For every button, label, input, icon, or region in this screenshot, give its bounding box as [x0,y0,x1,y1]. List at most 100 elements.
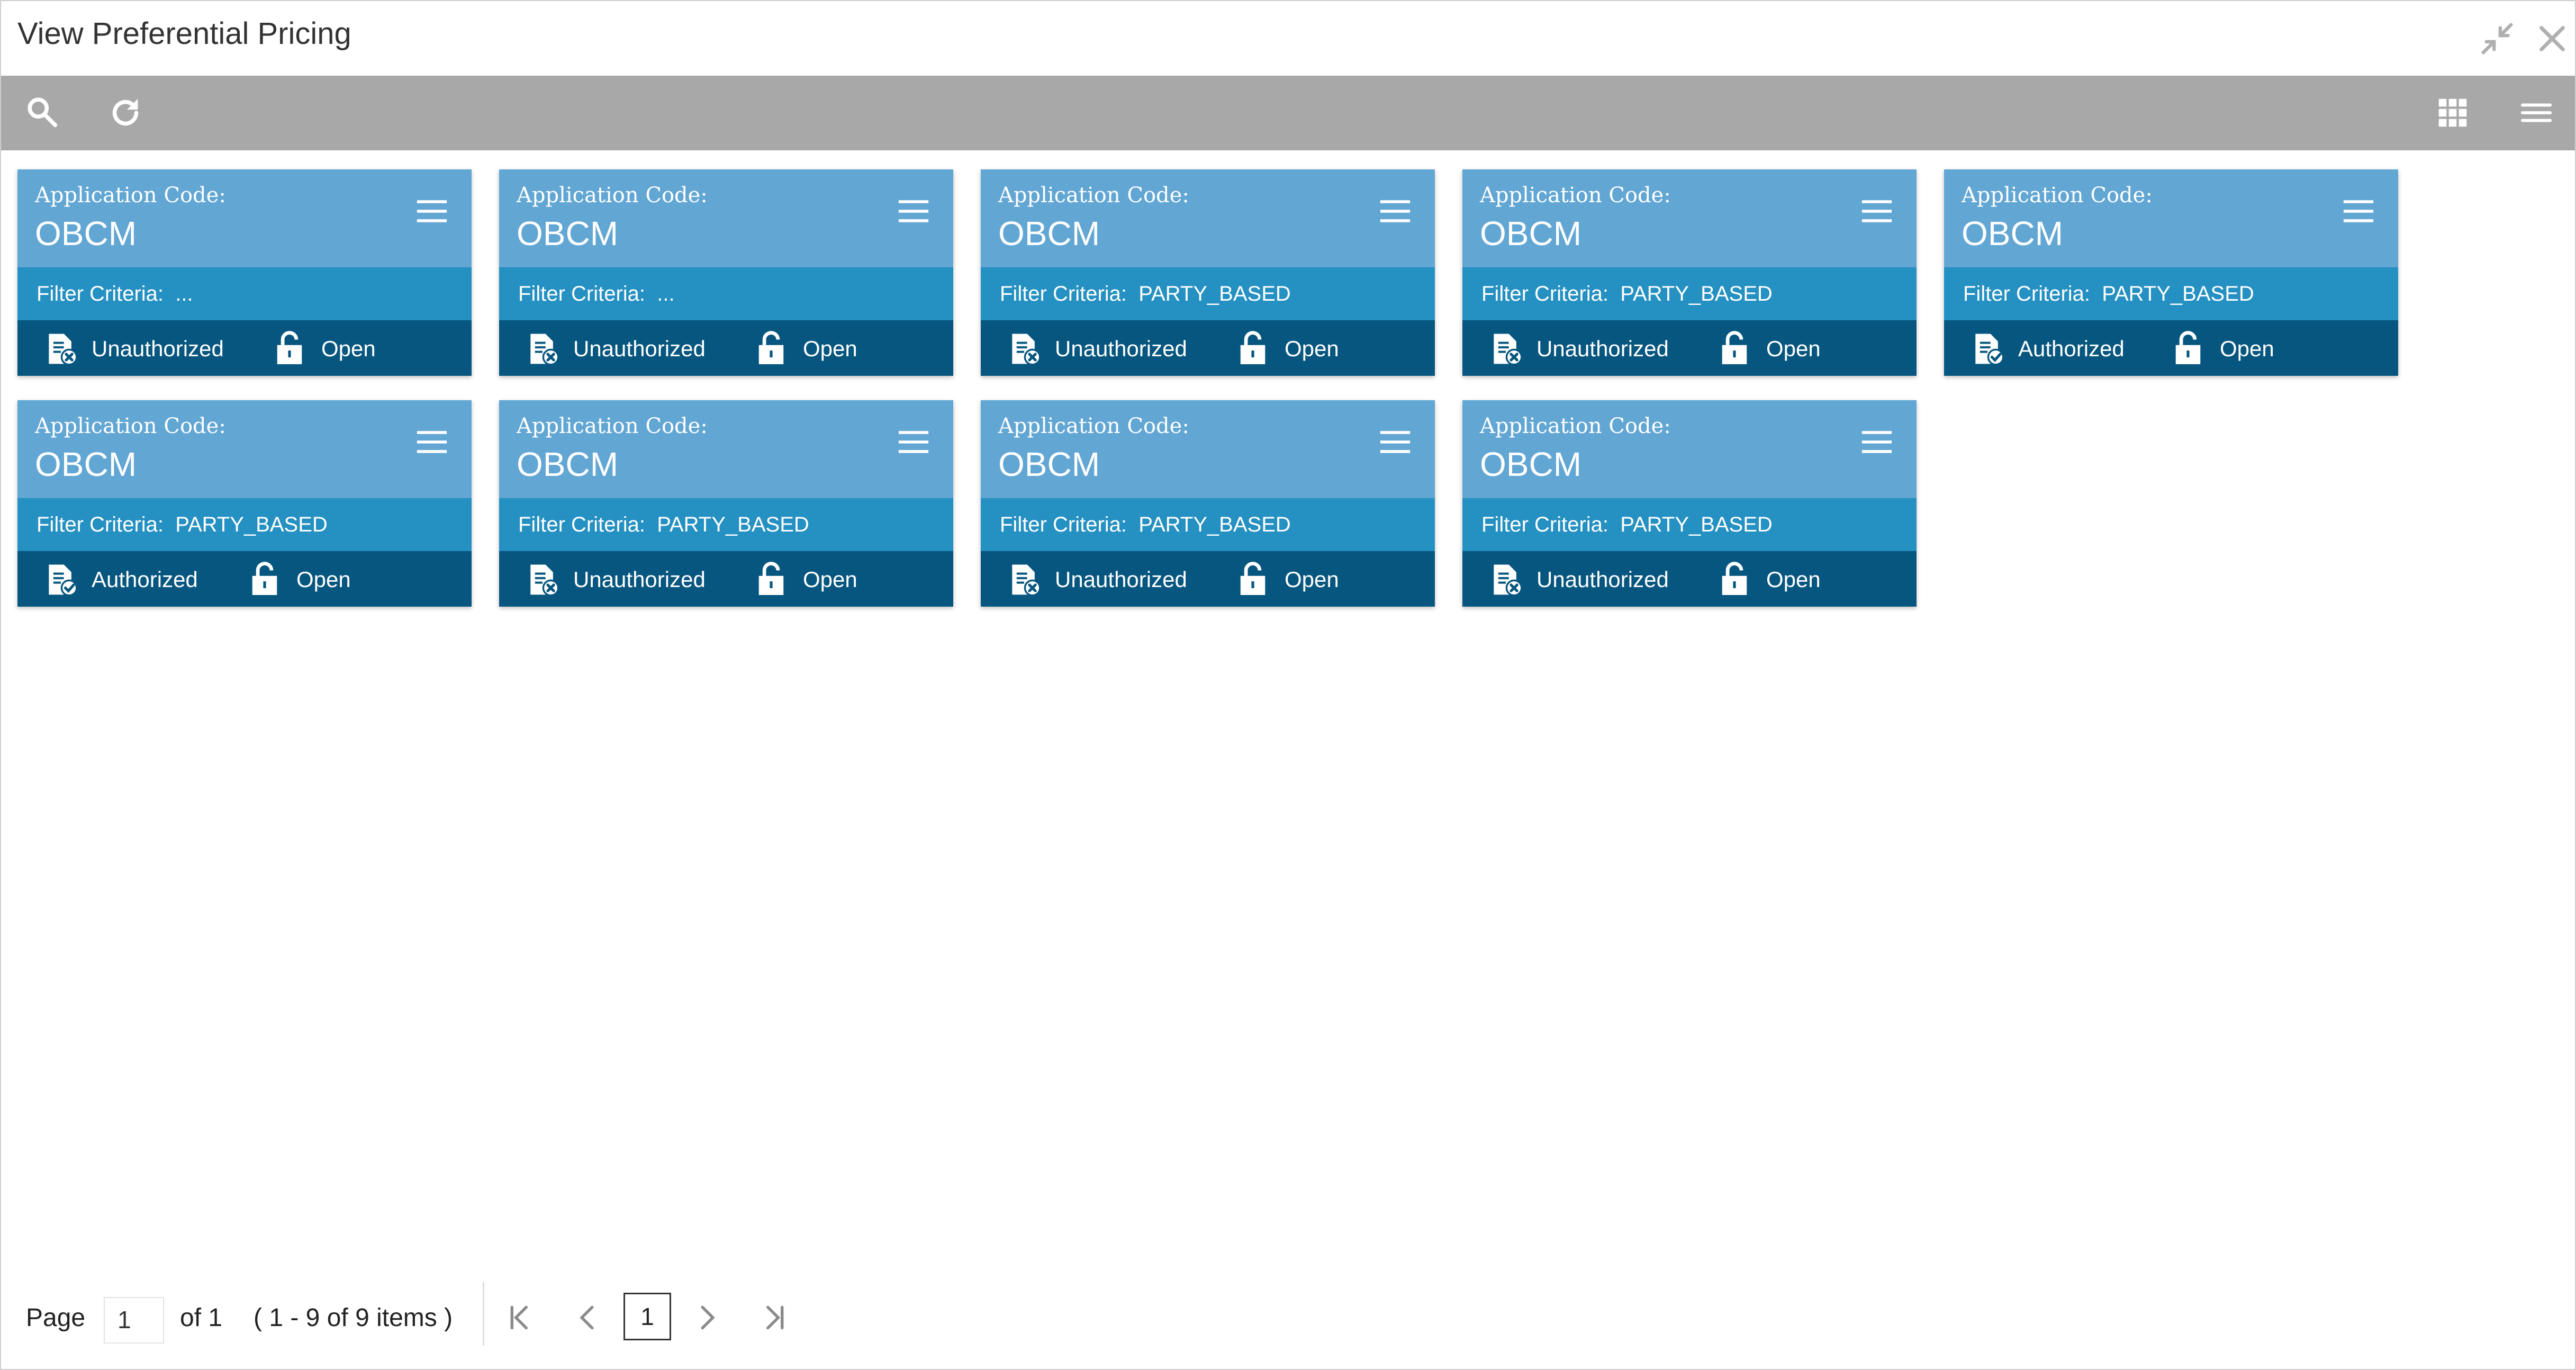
card-header: Application Code: OBCM [981,169,1435,267]
application-code-value: OBCM [517,445,618,483]
list-view-icon[interactable] [2518,94,2555,131]
card-menu-icon[interactable] [1860,430,1893,454]
document-x-icon [525,331,561,367]
application-code-label: Application Code: [998,414,1189,438]
document-x-icon [525,562,561,598]
card-status-row: Unauthorized Open [17,320,472,376]
first-page-icon[interactable] [507,1303,533,1332]
application-code-value: OBCM [35,445,137,483]
application-code-value: OBCM [1962,214,2063,253]
record-status: Open [296,567,351,592]
pricing-card[interactable]: Application Code: OBCM Filter Criteria: … [17,169,472,376]
close-icon[interactable] [2534,20,2571,57]
authorization-status: Unauthorized [92,336,224,361]
card-status-row: Unauthorized Open [1462,320,1917,376]
card-filter-row: Filter Criteria: PARTY_BASED [1462,498,1917,551]
unlocked-icon [248,561,281,597]
authorization-status: Unauthorized [1055,567,1187,592]
next-page-icon[interactable] [694,1303,721,1332]
authorization-status: Unauthorized [573,567,706,592]
application-code-label: Application Code: [1480,414,1671,438]
unlocked-icon [1236,561,1269,597]
card-menu-icon[interactable] [897,199,930,223]
unlocked-icon [2172,330,2204,366]
record-status: Open [1285,567,1339,592]
filter-criteria: Filter Criteria: PARTY_BASED [1963,282,2254,305]
refresh-icon[interactable] [107,94,144,131]
card-menu-icon[interactable] [897,430,930,454]
pricing-card[interactable]: Application Code: OBCM Filter Criteria: … [981,169,1435,376]
application-code-value: OBCM [1480,214,1581,253]
pricing-card[interactable]: Application Code: OBCM Filter Criteria: … [17,400,472,607]
application-code-label: Application Code: [1962,183,2153,208]
filter-criteria: Filter Criteria: PARTY_BASED [1481,282,1773,305]
card-filter-row: Filter Criteria: PARTY_BASED [981,498,1435,551]
authorization-status: Unauthorized [573,336,706,361]
pricing-card[interactable]: Application Code: OBCM Filter Criteria: … [1462,169,1917,376]
card-header: Application Code: OBCM [981,400,1435,498]
grid-view-icon[interactable] [2434,94,2471,131]
card-menu-icon[interactable] [415,430,448,454]
card-filter-row: Filter Criteria: PARTY_BASED [499,498,953,551]
record-status: Open [803,567,857,592]
card-menu-icon[interactable] [415,199,448,223]
application-code-label: Application Code: [1480,183,1671,208]
items-count-label: ( 1 - 9 of 9 items ) [254,1304,453,1332]
window-title: View Preferential Pricing [17,16,351,51]
card-header: Application Code: OBCM [17,400,472,498]
authorization-status: Unauthorized [1055,336,1187,361]
card-menu-icon[interactable] [1379,430,1412,454]
application-code-label: Application Code: [517,414,708,438]
application-code-value: OBCM [35,214,137,253]
card-header: Application Code: OBCM [17,169,472,267]
pricing-card[interactable]: Application Code: OBCM Filter Criteria: … [499,400,953,607]
application-code-label: Application Code: [998,183,1189,208]
toolbar [1,76,2575,150]
filter-criteria: Filter Criteria: PARTY_BASED [1000,513,1291,536]
unlocked-icon [273,330,306,366]
record-status: Open [803,336,857,361]
document-x-icon [1488,331,1524,367]
card-header: Application Code: OBCM [1462,169,1917,267]
card-header: Application Code: OBCM [1462,400,1917,498]
card-status-row: Unauthorized Open [1462,551,1917,607]
card-status-row: Authorized Open [17,551,472,607]
page-number-input[interactable]: 1 [104,1297,164,1344]
previous-page-icon[interactable] [574,1303,600,1332]
document-x-icon [1488,562,1524,598]
card-menu-icon[interactable] [1379,199,1412,223]
pricing-card[interactable]: Application Code: OBCM Filter Criteria: … [499,169,953,376]
minimize-icon[interactable] [2479,20,2516,57]
search-icon[interactable] [24,94,61,131]
page-count-label: of 1 [180,1304,223,1332]
application-code-value: OBCM [998,445,1100,483]
card-menu-icon[interactable] [2342,199,2375,223]
record-status: Open [1285,336,1339,361]
unlocked-icon [1718,330,1751,366]
unlocked-icon [755,561,788,597]
card-filter-row: Filter Criteria: PARTY_BASED [17,498,472,551]
document-x-icon [43,331,79,367]
card-status-row: Authorized Open [1944,320,2398,376]
unlocked-icon [1718,561,1751,597]
card-menu-icon[interactable] [1860,199,1893,223]
record-status: Open [1766,567,1821,592]
last-page-icon[interactable] [761,1303,788,1332]
card-filter-row: Filter Criteria: ... [499,267,953,320]
pricing-card[interactable]: Application Code: OBCM Filter Criteria: … [981,400,1435,607]
card-header: Application Code: OBCM [1944,169,2398,267]
record-status: Open [1766,336,1821,361]
current-page-button[interactable]: 1 [623,1293,671,1340]
application-code-label: Application Code: [35,414,226,438]
application-code-label: Application Code: [35,183,226,208]
pricing-card[interactable]: Application Code: OBCM Filter Criteria: … [1462,400,1917,607]
application-code-value: OBCM [1480,445,1581,483]
pagination-bar: Page 1 of 1 ( 1 - 9 of 9 items ) 1 [1,1282,2575,1362]
document-x-icon [1006,331,1042,367]
card-filter-row: Filter Criteria: PARTY_BASED [1462,267,1917,320]
card-status-row: Unauthorized Open [499,320,953,376]
unlocked-icon [755,330,788,366]
pricing-card[interactable]: Application Code: OBCM Filter Criteria: … [1944,169,2398,376]
card-status-row: Unauthorized Open [499,551,953,607]
window-frame: View Preferential Pricing Application Co… [0,0,2576,1370]
